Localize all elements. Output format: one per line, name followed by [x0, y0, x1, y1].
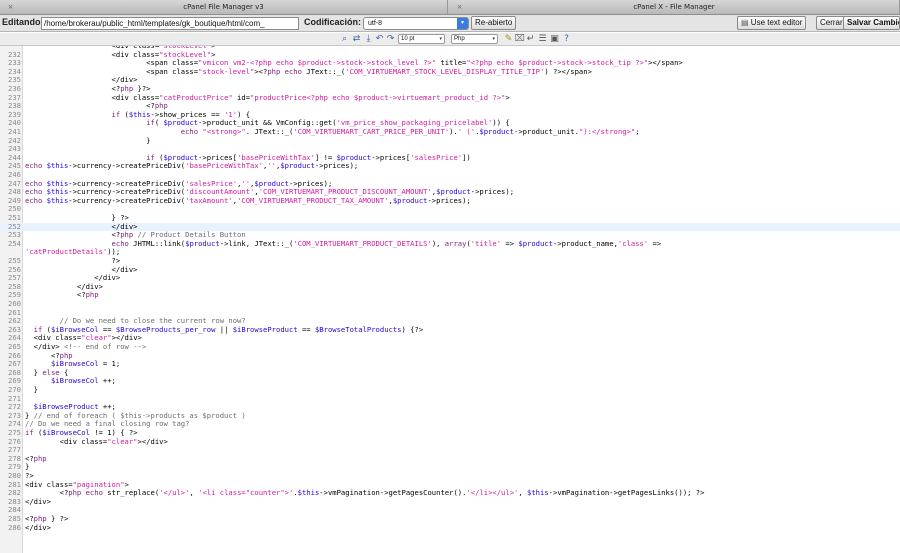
line-code: echo $this->currency->createPriceDiv('ta…	[25, 195, 471, 205]
line-code: <?php	[25, 290, 99, 300]
file-path-field[interactable]: /home/brokerau/public_html/templates/gk_…	[41, 17, 299, 30]
code-line[interactable]: 254 echo JHTML::link($product->link, JTe…	[0, 238, 900, 249]
redo-icon[interactable]: ↷	[385, 34, 396, 45]
chevron-down-icon: ▾	[457, 18, 468, 29]
code-line[interactable]: 283 </div>	[0, 496, 900, 507]
editor-toolbar: ⌕ ⇄ ⤓ ↶ ↷ 10 pt ▾ Php ▾ ✎ ⌧ ↵ ☰ ▣ ?	[0, 33, 900, 46]
code-line[interactable]: 270 }	[0, 385, 900, 395]
line-number: 254	[8, 238, 21, 248]
tab-file-manager-x[interactable]: × cPanel X - File Manager	[449, 0, 900, 15]
line-code: }	[25, 385, 38, 394]
line-number: 286	[8, 522, 21, 532]
editor-settings-icon[interactable]: ☰	[537, 34, 548, 45]
reopen-button[interactable]: Re-abierto	[471, 16, 517, 30]
code-line[interactable]: 279}	[0, 463, 900, 472]
code-line[interactable]: 250	[0, 205, 900, 214]
editor-header: Editando: /home/brokerau/public_html/tem…	[0, 15, 900, 32]
close-icon[interactable]: ×	[455, 3, 464, 12]
line-code: <div class="clear"></div>	[25, 436, 168, 446]
fullscreen-icon[interactable]	[0, 34, 11, 45]
chevron-down-icon: ▾	[492, 36, 495, 42]
code-line[interactable]: 286 </div>	[0, 522, 900, 533]
code-line[interactable]: 282 <?php echo str_replace('</ul>', '<li…	[0, 488, 900, 498]
use-text-editor-button[interactable]: ▤ Use text editor	[737, 16, 807, 30]
code-line[interactable]: 278 <?php	[0, 454, 900, 464]
search-replace-icon[interactable]: ⇄	[351, 34, 362, 45]
line-code: </div>	[25, 496, 51, 506]
encoding-label: Codificación:	[304, 17, 362, 27]
code-line[interactable]: 258 </div>	[0, 282, 900, 292]
line-code: echo $this->currency->createPriceDiv('ba…	[25, 161, 359, 171]
line-code: echo JHTML::link($product->link, JText::…	[111, 238, 662, 248]
code-line[interactable]: 'catProductDetails'));	[0, 248, 900, 257]
code-line[interactable]: 268 } else {	[0, 368, 900, 378]
code-line[interactable]: 245 echo $this->currency->createPriceDiv(…	[0, 162, 900, 171]
code-line[interactable]: 276 <div class="clear"></div>	[0, 436, 900, 447]
editing-label: Editando:	[2, 17, 44, 27]
search-icon[interactable]: ⌕	[339, 34, 350, 45]
line-code: $iBrowseCol ++;	[50, 376, 116, 386]
code-line[interactable]: 259 <?php	[0, 291, 900, 300]
code-line[interactable]: 280 ?>	[0, 471, 900, 481]
word-wrap-icon[interactable]: ↵	[525, 34, 536, 45]
code-line[interactable]: 260	[0, 299, 900, 309]
code-line[interactable]: 285 <?php } ?>	[0, 514, 900, 524]
code-editor[interactable]: <div class="stockLevel">232 <div class="…	[0, 46, 900, 553]
font-size-value: 10 pt	[401, 36, 415, 42]
code-line[interactable]: 266 <?php	[0, 351, 900, 361]
encoding-select[interactable]: utf-8 ▾	[363, 17, 469, 30]
text-editor-icon: ▤	[741, 18, 749, 27]
code-line[interactable]: 269 $iBrowseCol ++;	[0, 377, 900, 386]
line-code: <?php echo str_replace('</ul>', '<li cla…	[25, 488, 705, 498]
help-icon[interactable]: ?	[561, 34, 572, 45]
reset-highlight-icon[interactable]: ⌧	[514, 34, 525, 45]
close-icon[interactable]: ×	[6, 3, 15, 12]
code-line[interactable]: 257 </div>	[0, 274, 900, 283]
undo-icon[interactable]: ↶	[374, 34, 385, 45]
tab-label: cPanel File Manager v3	[183, 3, 264, 11]
save-changes-button[interactable]: Salvar Cambios	[843, 16, 900, 30]
code-line[interactable]: 267 $iBrowseCol = 1;	[0, 359, 900, 369]
code-line[interactable]: 271	[0, 394, 900, 404]
encoding-value: utf-8	[368, 20, 383, 27]
browser-tab-bar: × cPanel File Manager v3 × cPanel X - Fi…	[0, 0, 900, 15]
code-line[interactable]: 242 }	[0, 135, 900, 146]
line-code: }	[25, 135, 151, 145]
code-line[interactable]: 265 </div> <!-- end of row -->	[0, 342, 900, 352]
code-line[interactable]: 256 </div>	[0, 265, 900, 275]
goto-line-icon[interactable]: ⤓	[363, 34, 374, 45]
chevron-down-icon: ▾	[439, 36, 442, 42]
highlight-toggle-icon[interactable]: ✎	[503, 34, 514, 45]
code-line[interactable]: 284	[0, 506, 900, 515]
font-size-select[interactable]: 10 pt ▾	[398, 34, 445, 44]
fullscreen-toggle-icon[interactable]: ▣	[549, 34, 560, 45]
code-line[interactable]: 277	[0, 446, 900, 455]
tab-label: cPanel X - File Manager	[633, 3, 715, 11]
syntax-select[interactable]: Php ▾	[451, 34, 498, 44]
code-line[interactable]: 249 echo $this->currency->createPriceDiv(…	[0, 195, 900, 206]
tab-file-manager-v3[interactable]: × cPanel File Manager v3	[0, 0, 448, 15]
line-code: </div>	[25, 522, 51, 532]
use-text-editor-label: Use text editor	[750, 18, 803, 27]
syntax-value: Php	[454, 36, 465, 42]
